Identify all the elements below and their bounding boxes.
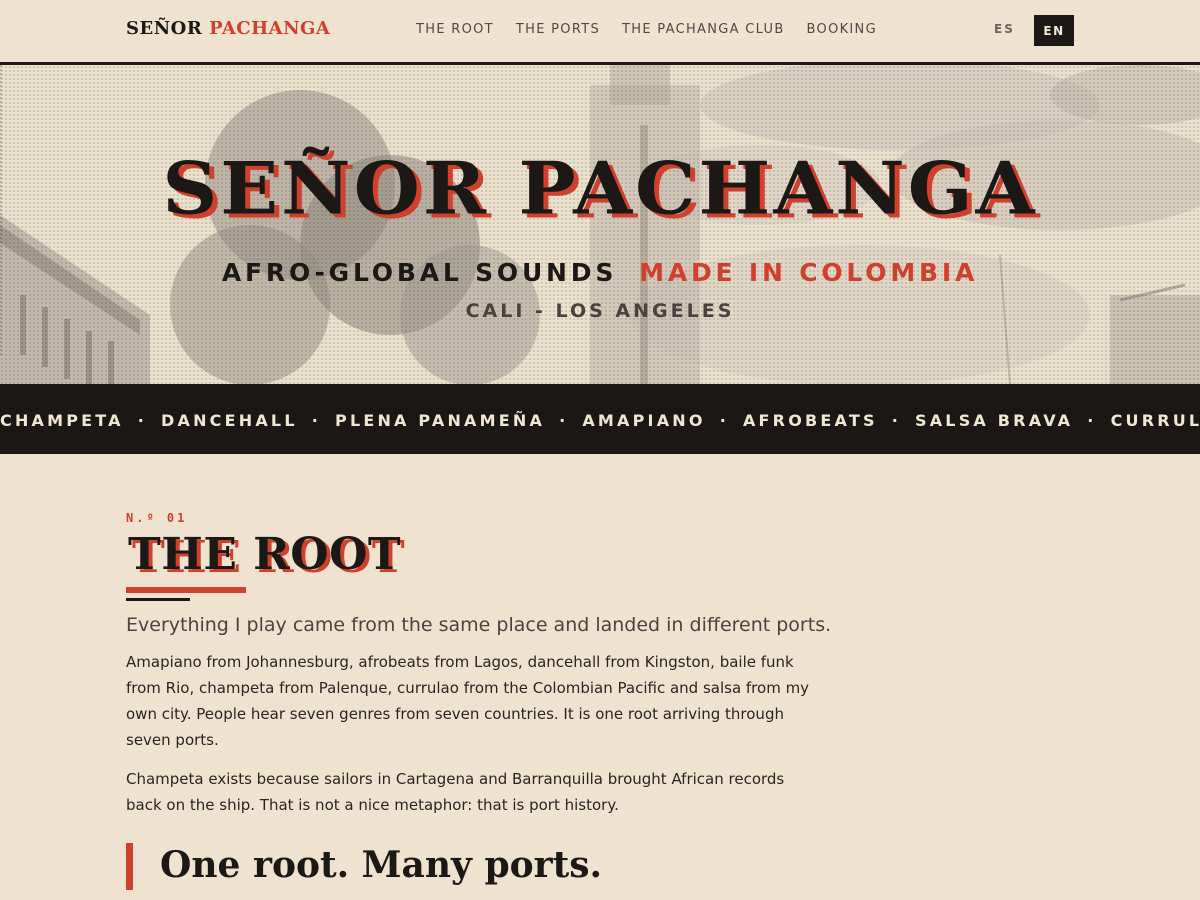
section-paragraph-1: Amapiano from Johannesburg, afrobeats fr…	[126, 653, 810, 749]
pull-quote-text: One root. Many ports.	[160, 844, 603, 886]
main-nav: THE ROOT THE PORTS THE PACHANGA CLUB BOO…	[416, 22, 877, 37]
lang-es-button[interactable]: ES	[994, 22, 1015, 36]
ticker-genre-champeta: CHAMPETA	[0, 411, 124, 430]
ticker-track: CHAMPETA · DANCEHALL · PLENA PANAMEÑA · AMAPIA…	[0, 411, 1200, 430]
ticker-genre-plena: PLENA PANAMEÑA	[335, 411, 546, 430]
logo-part-1: SEÑOR	[126, 18, 203, 39]
nav-link-booking[interactable]: BOOKING	[807, 22, 877, 37]
hero-cities: CALI - LOS ANGELES	[465, 300, 735, 322]
genre-ticker: CHAMPETA · DANCEHALL · PLENA PANAMEÑA · AMAPIA…	[0, 384, 1200, 454]
nav-link-the-ports[interactable]: THE PORTS	[516, 22, 600, 37]
title-underline-accent	[126, 587, 246, 593]
ticker-genre-salsa-brava: SALSA BRAVA	[915, 411, 1074, 430]
hero-tagline: AFRO-GLOBAL SOUNDS MADE IN COLOMBIA	[0, 258, 1200, 287]
ticker-separator: ·	[137, 411, 148, 430]
hero-tagline-part-2: MADE IN COLOMBIA	[639, 258, 979, 287]
site-logo[interactable]: SEÑOR PACHANGA	[126, 18, 330, 39]
ticker-separator: ·	[719, 411, 729, 430]
ticker-separator: ·	[559, 411, 569, 430]
lang-en-button[interactable]: EN	[1034, 15, 1074, 46]
ticker-separator: ·	[1087, 411, 1097, 430]
ticker-genre-amapiano: AMAPIANO	[582, 411, 706, 430]
section-number: N.º 01	[126, 511, 188, 525]
hero-tagline-part-1: AFRO-GLOBAL SOUNDS	[221, 258, 618, 287]
section-lead: Everything I play came from the same pla…	[126, 614, 832, 636]
ticker-genre-dancehall: DANCEHALL	[161, 411, 298, 430]
pull-quote: One root. Many ports.	[126, 843, 602, 890]
ticker-separator: ·	[311, 411, 322, 430]
hero-banner: SEÑOR PACHANGA AFRO-GLOBAL SOUNDS MADE IN…	[0, 65, 1200, 385]
nav-link-the-root[interactable]: THE ROOT	[416, 22, 494, 37]
title-underline-dark	[126, 598, 190, 601]
section-title: THE ROOT	[128, 529, 402, 580]
hero-title: SEÑOR PACHANGA	[162, 146, 1038, 231]
nav-link-pachanga-club[interactable]: THE PACHANGA CLUB	[622, 22, 785, 37]
ticker-genre-currulao: CURRULAO	[1110, 411, 1200, 430]
ticker-separator: ·	[891, 411, 901, 430]
top-navbar: SEÑOR PACHANGA THE ROOT THE PORTS THE PA…	[0, 0, 1200, 62]
logo-part-2: PACHANGA	[209, 18, 331, 39]
ticker-genre-afrobeats: AFROBEATS	[742, 411, 878, 430]
section-paragraph-2: Champeta exists because sailors in Carta…	[126, 770, 785, 814]
